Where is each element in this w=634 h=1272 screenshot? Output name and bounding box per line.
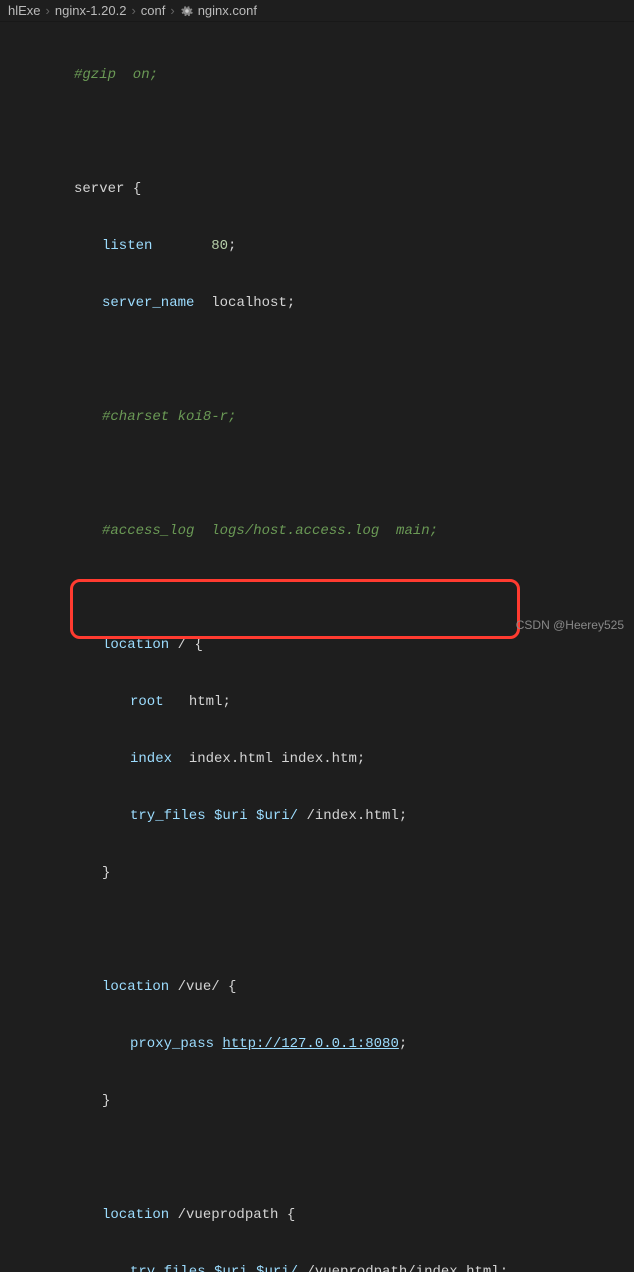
code-url: http://127.0.0.1:8080	[222, 1036, 398, 1052]
breadcrumb: hlExe › nginx-1.20.2 › conf › nginx.conf	[0, 0, 634, 22]
code-prop: root	[130, 694, 164, 710]
brace: {	[228, 979, 236, 995]
code-var: $uri $uri/	[214, 1264, 298, 1272]
brace: {	[124, 181, 141, 197]
code-value: /index.html	[298, 808, 399, 824]
code-prop: server_name	[102, 295, 194, 311]
semicolon: ;	[500, 1264, 508, 1272]
code-comment: #gzip on;	[74, 67, 158, 83]
code-value: html	[189, 694, 223, 710]
chevron-right-icon: ›	[46, 3, 50, 18]
brace: }	[102, 1093, 110, 1109]
semicolon: ;	[222, 694, 230, 710]
semicolon: ;	[399, 808, 407, 824]
semicolon: ;	[228, 238, 236, 254]
code-value: index.html index.htm	[189, 751, 357, 767]
code-comment: #access_log logs/host.access.log main;	[102, 523, 438, 539]
code-path: /vue/	[169, 979, 228, 995]
breadcrumb-item[interactable]: nginx.conf	[198, 3, 257, 18]
code-value: 80	[211, 238, 228, 254]
breadcrumb-item[interactable]: conf	[141, 3, 166, 18]
semicolon: ;	[287, 295, 295, 311]
code-prop: try_files	[130, 1264, 206, 1272]
gear-icon	[180, 4, 194, 18]
code-var: $uri $uri/	[214, 808, 298, 824]
brace: {	[194, 637, 202, 653]
code-prop: listen	[102, 238, 152, 254]
code-prop: try_files	[130, 808, 206, 824]
code-value: /vueprodpath/index.html	[298, 1264, 500, 1272]
code-value: localhost	[211, 295, 287, 311]
code-path: /	[169, 637, 194, 653]
code-prop: index	[130, 751, 172, 767]
chevron-right-icon: ›	[170, 3, 174, 18]
code-keyword: location	[102, 637, 169, 653]
semicolon: ;	[357, 751, 365, 767]
brace: {	[287, 1207, 295, 1223]
watermark: CSDN @Heerey525	[516, 618, 624, 632]
code-comment: #charset koi8-r;	[102, 409, 236, 425]
semicolon: ;	[399, 1036, 407, 1052]
code-editor[interactable]: #gzip on; server { listen 80; server_nam…	[0, 22, 634, 636]
code-prop: proxy_pass	[130, 1036, 214, 1052]
brace: }	[102, 865, 110, 881]
code-keyword: server	[74, 181, 124, 197]
gutter	[0, 22, 28, 636]
breadcrumb-item[interactable]: nginx-1.20.2	[55, 3, 127, 18]
code-content[interactable]: #gzip on; server { listen 80; server_nam…	[28, 22, 634, 636]
code-keyword: location	[102, 1207, 169, 1223]
code-keyword: location	[102, 979, 169, 995]
code-path: /vueprodpath	[169, 1207, 287, 1223]
chevron-right-icon: ›	[131, 3, 135, 18]
breadcrumb-item[interactable]: hlExe	[8, 3, 41, 18]
